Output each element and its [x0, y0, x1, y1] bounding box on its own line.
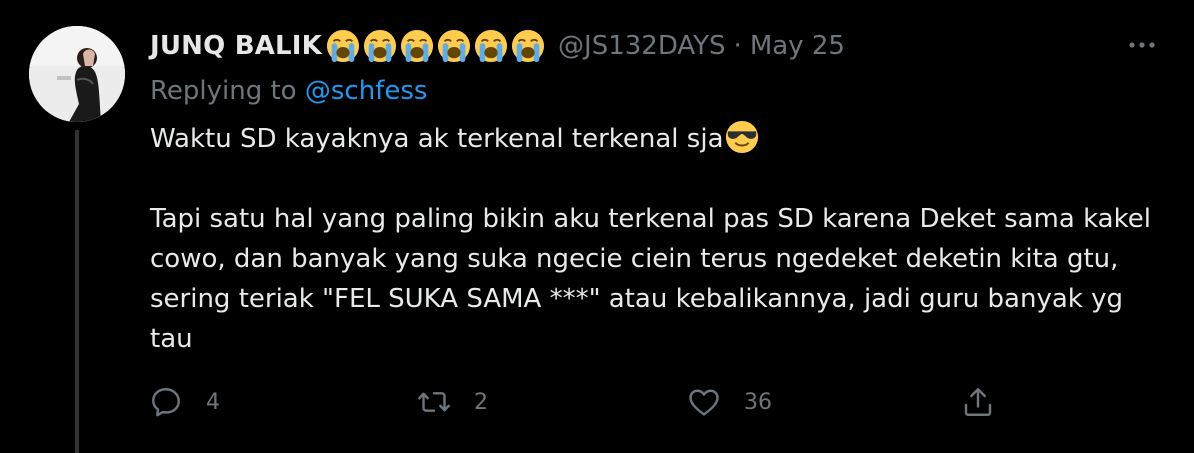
tweet-paragraph-2: Tapi satu hal yang paling bikin aku terk… — [150, 204, 1151, 354]
avatar[interactable] — [29, 26, 125, 122]
tweet-date[interactable]: May 25 — [750, 31, 845, 61]
author-display-name[interactable]: JUNQ BALIK — [150, 31, 322, 61]
avatar-photo — [29, 26, 125, 122]
replying-to-mention[interactable]: @schfess — [305, 76, 428, 106]
name-emojis — [326, 29, 548, 63]
heart-icon[interactable] — [686, 384, 722, 420]
loudly-crying-face-icon — [400, 29, 434, 63]
share-icon[interactable] — [960, 384, 996, 420]
loudly-crying-face-icon — [474, 29, 508, 63]
replying-to: Replying to @schfess — [150, 76, 427, 106]
retweet-action[interactable]: 2 — [416, 378, 488, 426]
reply-action[interactable]: 4 — [148, 378, 220, 426]
like-action[interactable]: 36 — [686, 378, 772, 426]
loudly-crying-face-icon — [437, 29, 471, 63]
loudly-crying-face-icon — [326, 29, 360, 63]
tweet-text: Waktu SD kayaknya ak terkenal terkenal s… — [150, 119, 1160, 359]
tweet-line-1: Waktu SD kayaknya ak terkenal terkenal s… — [150, 119, 1160, 159]
share-action[interactable] — [960, 378, 996, 426]
smiling-face-with-sunglasses-icon — [725, 120, 758, 154]
more-options-icon[interactable] — [1125, 30, 1159, 60]
tweet-actions: 4 2 36 — [148, 378, 1048, 426]
tweet-header: JUNQ BALIK @JS132DAYS · May 25 — [150, 26, 845, 66]
retweet-count: 2 — [474, 389, 488, 415]
reply-icon[interactable] — [148, 384, 184, 420]
separator-dot: · — [733, 31, 742, 61]
tweet-line-1-text: Waktu SD kayaknya ak terkenal terkenal s… — [150, 124, 724, 154]
like-count: 36 — [744, 389, 772, 415]
thread-line — [75, 130, 79, 453]
replying-to-label: Replying to — [150, 76, 297, 106]
author-handle[interactable]: @JS132DAYS — [558, 31, 726, 61]
loudly-crying-face-icon — [363, 29, 397, 63]
loudly-crying-face-icon — [511, 29, 545, 63]
reply-count: 4 — [206, 389, 220, 415]
retweet-icon[interactable] — [416, 384, 452, 420]
